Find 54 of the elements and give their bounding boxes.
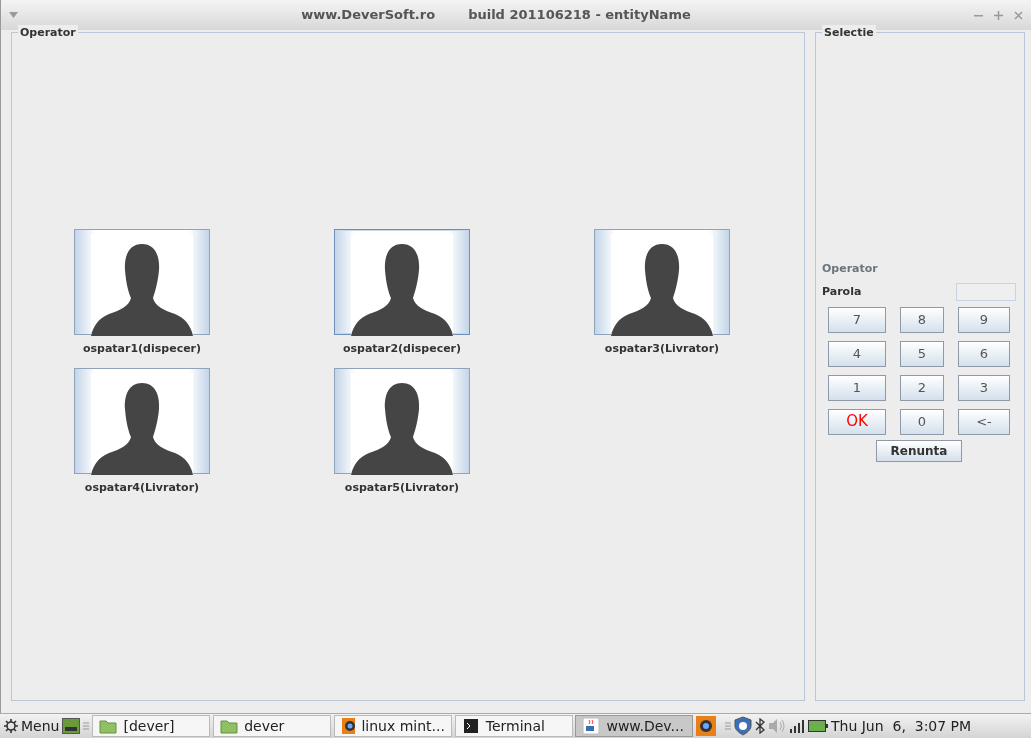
- eye-icon: [340, 717, 356, 735]
- password-label: Parola: [822, 283, 862, 300]
- eye-icon[interactable]: [696, 716, 717, 736]
- operator-button[interactable]: [334, 229, 470, 335]
- cancel-button[interactable]: Renunta: [876, 440, 962, 462]
- bluetooth-icon[interactable]: [754, 718, 765, 734]
- handle-icon: [724, 720, 731, 732]
- build-info: build 201106218 - entityName: [468, 6, 691, 25]
- person-silhouette-icon: [91, 234, 193, 336]
- taskbar-button[interactable]: Terminal: [454, 715, 573, 737]
- backspace-key[interactable]: <-: [958, 408, 1010, 435]
- operator-button[interactable]: [74, 229, 210, 335]
- digit-key[interactable]: 6: [958, 340, 1010, 367]
- person-silhouette-icon: [91, 372, 193, 475]
- digit-key[interactable]: 7: [828, 306, 886, 333]
- terminal-icon: [461, 717, 480, 735]
- person-silhouette-icon: [611, 234, 713, 336]
- digit-key[interactable]: 9: [958, 306, 1010, 333]
- clock: Thu Jun 6, 3:07 PM: [830, 716, 972, 736]
- shield-icon[interactable]: [733, 716, 752, 736]
- operator-button[interactable]: [74, 367, 210, 474]
- handle-icon: [83, 720, 90, 732]
- window-title: www.DeverSoft.ro: [301, 6, 436, 25]
- operator-name: ospatar4(Livrator): [84, 479, 200, 496]
- operator-name: ospatar2(dispecer): [342, 341, 462, 357]
- menu-button[interactable]: Menu: [21, 715, 60, 737]
- operator-button[interactable]: [594, 229, 730, 335]
- taskbar-button[interactable]: dever: [213, 715, 332, 737]
- digit-key[interactable]: 0: [900, 408, 944, 435]
- operator-name: ospatar1(dispecer): [82, 341, 202, 357]
- operator-name: ospatar5(Livrator): [344, 479, 460, 496]
- signal-icon[interactable]: [788, 718, 805, 734]
- person-silhouette-icon: [351, 234, 453, 336]
- taskbar-button[interactable]: www.Dev...: [575, 715, 694, 737]
- digit-key[interactable]: 1: [828, 374, 886, 401]
- settings-icon[interactable]: [4, 719, 18, 733]
- digit-key[interactable]: 8: [900, 306, 944, 333]
- digit-key[interactable]: 4: [828, 340, 886, 367]
- person-silhouette-icon: [351, 372, 453, 475]
- folder-icon: [220, 717, 239, 735]
- ok-button[interactable]: OK: [828, 408, 886, 435]
- taskbar-button[interactable]: linux mint...: [333, 715, 452, 737]
- coffee-cup-icon: [582, 717, 601, 735]
- battery-icon[interactable]: [807, 719, 828, 733]
- operator-button[interactable]: [334, 367, 470, 474]
- desktop-icon[interactable]: [62, 718, 81, 734]
- password-field[interactable]: [956, 283, 1016, 301]
- taskbar-button[interactable]: [dever]: [92, 715, 211, 737]
- digit-key[interactable]: 3: [958, 374, 1010, 401]
- folder-icon: [99, 717, 118, 735]
- digit-key[interactable]: 2: [900, 374, 944, 401]
- operator-name: ospatar3(Livrator): [604, 341, 720, 357]
- operator-label: Operator: [822, 261, 879, 277]
- digit-key[interactable]: 5: [900, 340, 944, 367]
